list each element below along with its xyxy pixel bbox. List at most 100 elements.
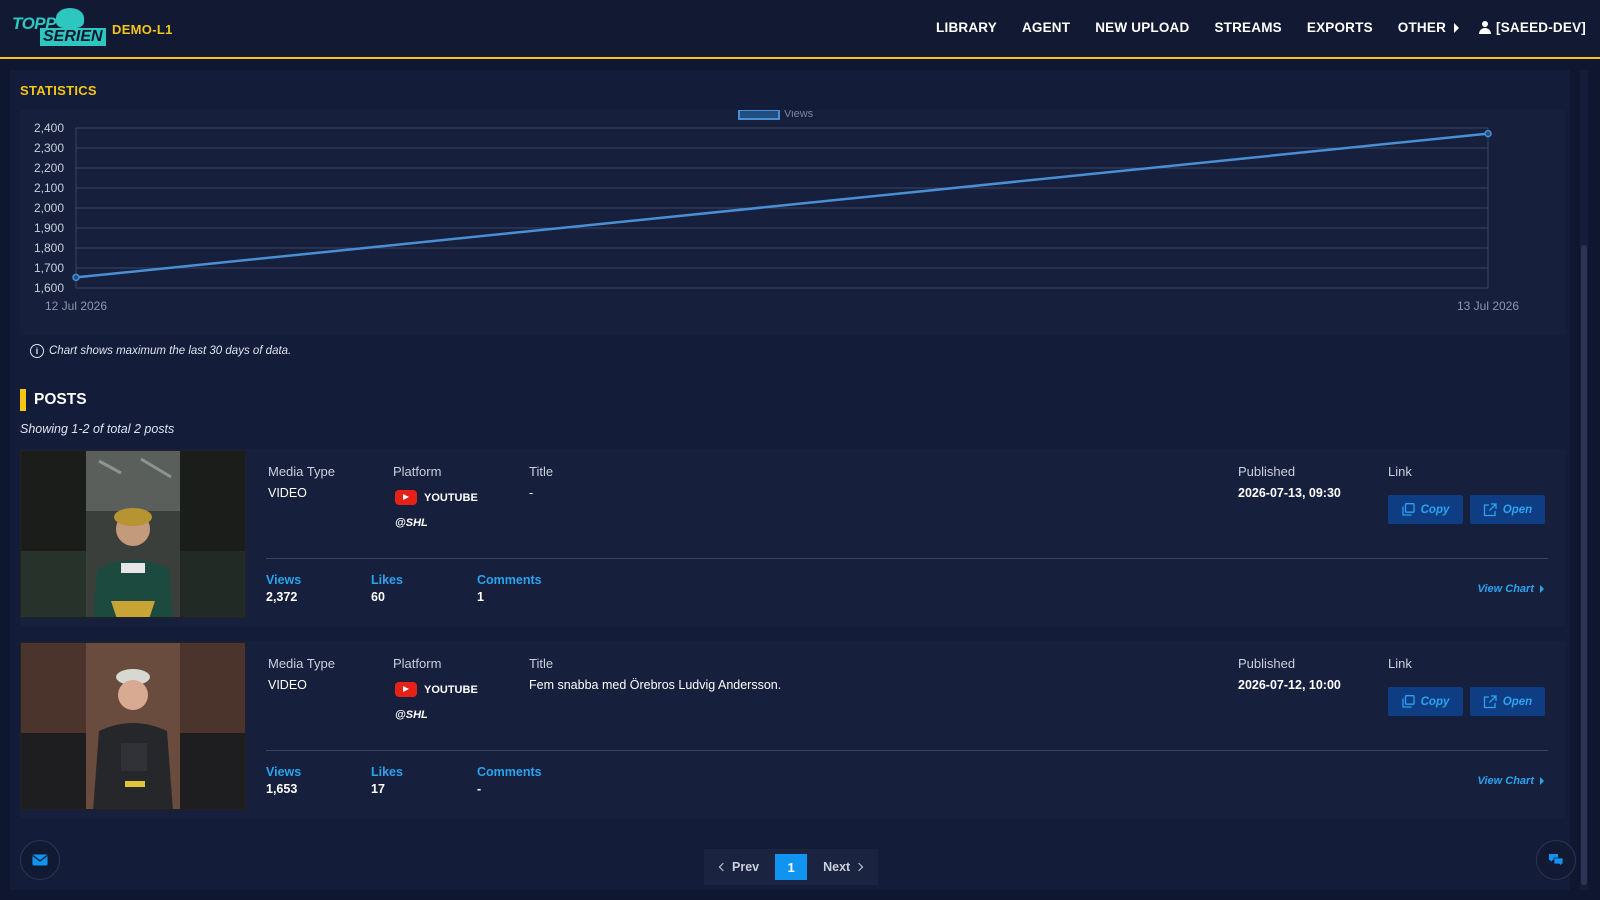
title-label: Title — [529, 464, 554, 479]
likes-label: Likes — [371, 765, 403, 779]
media-type-value: VIDEO — [268, 678, 307, 692]
view-chart-label: View Chart — [1477, 775, 1534, 787]
posts-heading: POSTS — [20, 389, 87, 411]
nav-other-label: OTHER — [1397, 20, 1447, 35]
chat-button[interactable] — [1536, 840, 1576, 880]
chevron-right-icon — [854, 862, 864, 872]
video-thumbnail-image — [21, 643, 245, 809]
site-name[interactable]: DEMO-L1 — [112, 22, 173, 37]
title-value: Fem snabba med Örebros Ludvig Andersson. — [529, 678, 782, 692]
media-type-value: VIDEO — [268, 486, 307, 500]
nav-new-upload[interactable]: NEW UPLOAD — [1095, 20, 1189, 35]
likes-value: 17 — [371, 782, 385, 796]
chat-icon — [1549, 854, 1564, 867]
media-type-label: Media Type — [268, 464, 335, 479]
card-divider — [266, 558, 1548, 559]
contact-mail-button[interactable] — [20, 840, 60, 880]
platform-label: Platform — [393, 656, 442, 671]
nav-agent[interactable]: AGENT — [1022, 20, 1070, 35]
heading-accent-bar — [20, 389, 26, 411]
platform-name: YOUTUBE — [424, 683, 478, 696]
page-1-button[interactable]: 1 — [775, 854, 808, 880]
views-series-line — [75, 132, 1489, 279]
likes-value: 60 — [371, 590, 385, 604]
view-chart-label: View Chart — [1477, 583, 1534, 595]
user-icon — [1479, 21, 1492, 34]
platform-value: YOUTUBE — [395, 490, 478, 505]
published-value: 2026-07-13, 09:30 — [1238, 486, 1341, 500]
next-page-button[interactable]: Next — [807, 849, 878, 885]
open-link-button[interactable]: Open — [1470, 687, 1545, 716]
prev-label: Prev — [732, 860, 760, 874]
main-nav: LIBRARY AGENT NEW UPLOAD STREAMS EXPORTS… — [911, 20, 1586, 35]
scrollbar-thumb[interactable] — [1581, 245, 1587, 885]
views-value: 1,653 — [266, 782, 298, 796]
nav-user-menu[interactable]: [SAEED-DEV] — [1479, 20, 1586, 35]
media-type-label: Media Type — [268, 656, 335, 671]
caret-right-icon — [1540, 585, 1544, 593]
nav-other[interactable]: OTHER — [1397, 20, 1460, 35]
scrollbar[interactable] — [1580, 70, 1588, 890]
prev-page-button[interactable]: Prev — [704, 849, 775, 885]
view-chart-link[interactable]: View Chart — [1478, 775, 1544, 787]
mascot-icon — [56, 8, 84, 28]
copy-label: Copy — [1420, 503, 1450, 516]
data-point — [72, 273, 80, 282]
y-tick-label: 2,200 — [34, 161, 64, 175]
nav-streams[interactable]: STREAMS — [1214, 20, 1281, 35]
views-chart: Views 1,600 1,700 1,800 1,900 2,000 2,100 2,200… — [20, 110, 1566, 335]
open-link-button[interactable]: Open — [1470, 495, 1545, 524]
nav-library[interactable]: LIBRARY — [936, 20, 997, 35]
view-chart-link[interactable]: View Chart — [1478, 583, 1544, 595]
y-tick-label: 1,600 — [34, 281, 64, 295]
user-name: [SAEED-DEV] — [1496, 20, 1586, 35]
y-tick-label: 1,800 — [34, 241, 64, 255]
comments-value: 1 — [477, 590, 484, 604]
copy-link-button[interactable]: Copy — [1388, 495, 1463, 524]
card-divider — [266, 750, 1548, 751]
posts-title: POSTS — [34, 391, 87, 408]
x-tick-label: 12 Jul 2026 — [45, 299, 107, 313]
external-link-icon — [1483, 502, 1497, 516]
y-tick-label: 2,000 — [34, 201, 64, 215]
external-link-icon — [1483, 694, 1497, 708]
copy-link-button[interactable]: Copy — [1388, 687, 1463, 716]
likes-label: Likes — [371, 573, 403, 587]
caret-right-icon — [1540, 777, 1544, 785]
statistics-title: STATISTICS — [20, 83, 97, 98]
caret-right-icon — [1454, 22, 1460, 33]
youtube-icon — [395, 490, 417, 505]
chevron-left-icon — [718, 862, 728, 872]
views-label: Views — [266, 765, 302, 779]
x-tick-label: 13 Jul 2026 — [1457, 299, 1519, 313]
y-tick-label: 1,700 — [34, 261, 64, 275]
post-thumbnail[interactable] — [20, 450, 246, 618]
views-value: 2,372 — [266, 590, 298, 604]
open-label: Open — [1502, 695, 1533, 708]
channel-handle: @SHL — [395, 709, 428, 721]
link-label: Link — [1388, 464, 1412, 479]
copy-label: Copy — [1420, 695, 1450, 708]
platform-value: YOUTUBE — [395, 682, 478, 697]
copy-icon — [1401, 503, 1415, 516]
published-value: 2026-07-12, 10:00 — [1238, 678, 1341, 692]
y-tick-label: 2,300 — [34, 141, 64, 155]
y-tick-label: 2,100 — [34, 181, 64, 195]
youtube-icon — [395, 682, 417, 697]
y-tick-label: 1,900 — [34, 221, 64, 235]
pagination: Prev 1 Next — [704, 849, 879, 885]
chart-svg: Views 1,600 1,700 1,800 1,900 2,000 2,100 2,200… — [34, 110, 1519, 313]
post-card: Media Type VIDEO Platform YOUTUBE @SHL T… — [20, 641, 1566, 818]
site-logo[interactable]: TOPP SERIEN — [12, 8, 106, 50]
logo-text-bottom: SERIEN — [40, 28, 106, 46]
data-point — [1484, 129, 1492, 138]
post-thumbnail[interactable] — [20, 642, 246, 810]
comments-label: Comments — [477, 765, 542, 779]
post-card: Media Type VIDEO Platform YOUTUBE @SHL T… — [20, 449, 1566, 626]
posts-count: Showing 1-2 of total 2 posts — [20, 422, 175, 436]
nav-exports[interactable]: EXPORTS — [1307, 20, 1373, 35]
platform-label: Platform — [393, 464, 442, 479]
open-label: Open — [1502, 503, 1533, 516]
link-label: Link — [1388, 656, 1412, 671]
chart-note-text: Chart shows maximum the last 30 days of … — [49, 345, 292, 357]
